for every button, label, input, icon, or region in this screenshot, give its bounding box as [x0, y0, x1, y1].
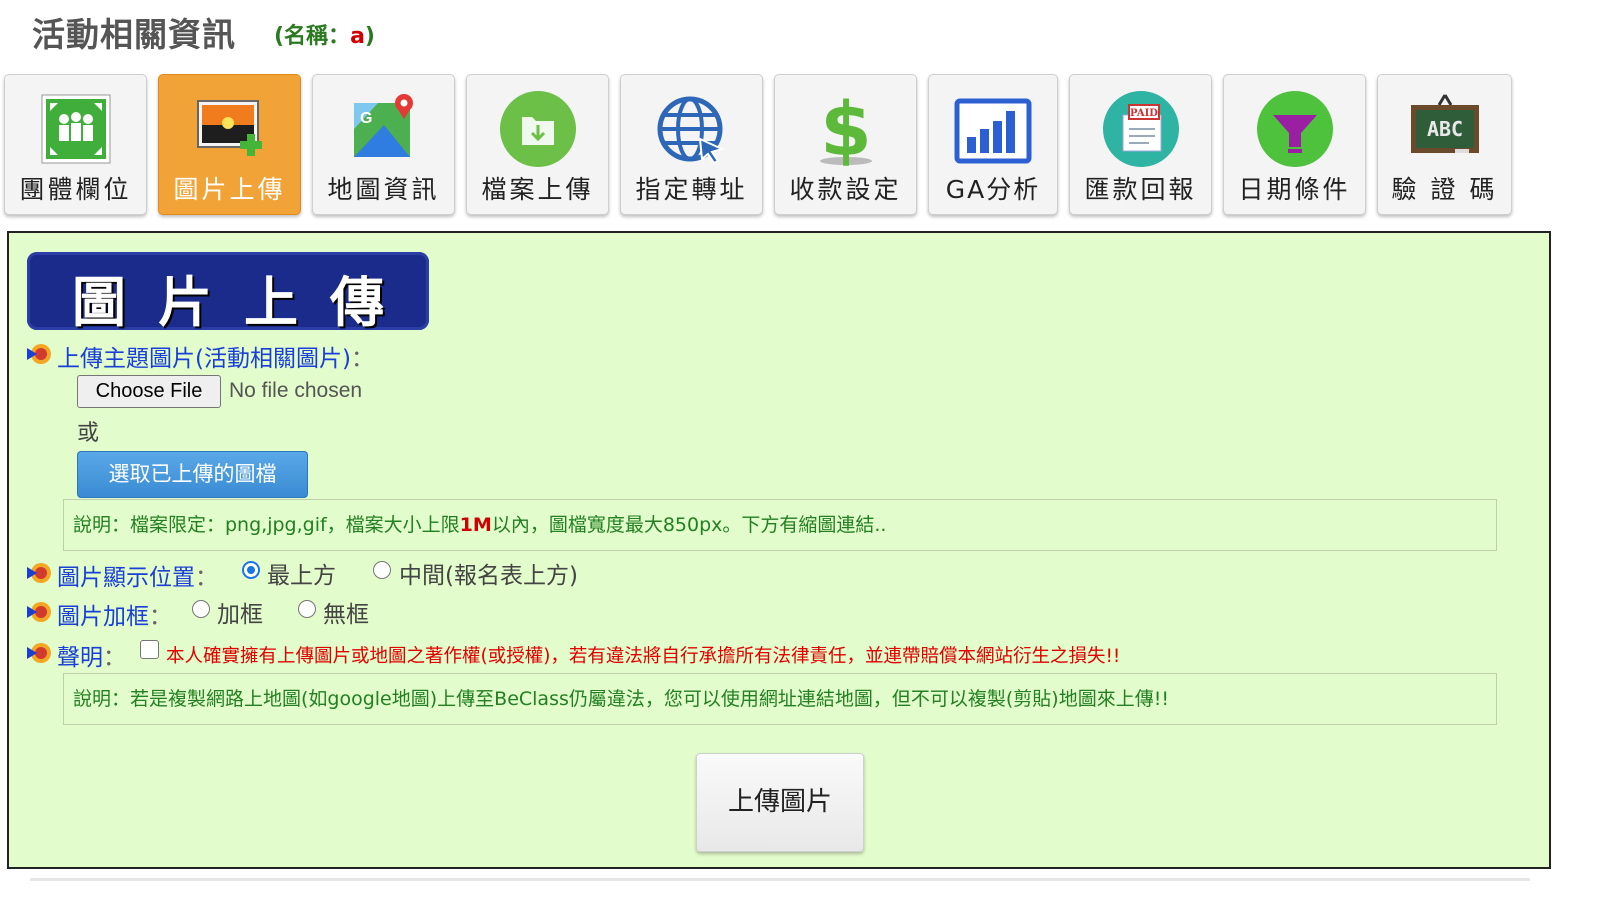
globe-redirect-icon — [657, 96, 725, 165]
tab-label: 日期條件 — [1238, 175, 1351, 204]
tab-redirect[interactable]: 指定轉址 — [620, 74, 763, 215]
svg-text:$: $ — [820, 89, 872, 169]
tab-label: 收款設定 — [789, 175, 902, 204]
svg-text:ABC: ABC — [1426, 117, 1462, 141]
frame-label-text: 圖片加框 — [57, 604, 149, 630]
note1-b: 以內，圖檔寬度最大850px。下方有縮圖連結.. — [491, 514, 887, 536]
position-label-text: 圖片顯示位置 — [57, 565, 195, 591]
tab-label: 檔案上傳 — [481, 175, 594, 204]
image-frame-label: 圖片加框： — [57, 597, 172, 631]
file-limit-note: 說明：檔案限定：png,jpg,gif，檔案大小上限1M以內，圖檔寬度最大850… — [63, 499, 1497, 551]
tab-label: 驗 證 碼 — [1391, 175, 1498, 204]
frame-label-colon: ： — [149, 604, 172, 630]
bottom-divider — [30, 878, 1530, 881]
image-upload-panel: 圖片上傳 上傳主題圖片(活動相關圖片)： Choose File No file… — [7, 231, 1551, 869]
tab-label: 匯款回報 — [1084, 175, 1197, 204]
arrow-bullet-icon — [27, 344, 51, 364]
declaration-label: 聲明： — [57, 638, 126, 672]
or-text: 或 — [77, 421, 100, 446]
tab-remittance-report[interactable]: PAID 匯款回報 — [1069, 74, 1212, 215]
arrow-bullet-icon — [27, 602, 51, 622]
upload-image-button[interactable]: 上傳圖片 — [696, 753, 864, 852]
map-icon: G — [353, 94, 413, 157]
tab-payment-settings[interactable]: $ 收款設定 — [774, 74, 917, 215]
tab-map-info[interactable]: G 地圖資訊 — [312, 74, 455, 215]
map-copyright-note: 說明：若是複製網路上地圖(如google地圖)上傳至BeClass仍屬違法，您可… — [63, 673, 1497, 725]
arrow-bullet-icon — [27, 563, 51, 583]
file-status-text: No file chosen — [229, 379, 363, 402]
name-prefix: (名稱： — [274, 24, 351, 49]
group-fields-icon — [41, 94, 110, 164]
image-upload-banner: 圖片上傳 — [27, 252, 429, 334]
tab-captcha[interactable]: ABC 驗 證 碼 — [1377, 74, 1512, 215]
name-suffix: ) — [364, 24, 375, 49]
tab-label: 地圖資訊 — [327, 175, 440, 204]
frame-add-label[interactable]: 加框 — [217, 595, 263, 629]
svg-text:G: G — [360, 110, 372, 127]
position-label-colon: ： — [195, 565, 218, 591]
tab-label: GA分析 — [945, 175, 1041, 204]
select-uploaded-image-button[interactable]: 選取已上傳的圖檔 — [77, 451, 308, 498]
tab-label: 圖片上傳 — [173, 175, 286, 204]
declaration-text: 本人確實擁有上傳圖片或地圖之著作權(或授權)，若有違法將自行承擔所有法律責任，並… — [166, 646, 1121, 667]
position-top-label[interactable]: 最上方 — [267, 556, 336, 590]
abc-board-icon: ABC — [1410, 94, 1479, 153]
position-top-radio[interactable] — [242, 561, 260, 579]
upload-label-text: 上傳主題圖片(活動相關圖片) — [57, 346, 351, 372]
note1-size-limit: 1M — [459, 514, 492, 536]
paid-receipt-icon: PAID — [1102, 91, 1179, 167]
tab-file-upload[interactable]: 檔案上傳 — [466, 74, 609, 215]
filter-icon — [1256, 91, 1333, 167]
dollar-icon: $ — [819, 89, 872, 169]
declare-label-colon: ： — [103, 645, 126, 671]
page-title: 活動相關資訊 — [32, 15, 236, 54]
file-upload-icon — [499, 91, 576, 167]
choose-file-button[interactable]: Choose File — [77, 375, 221, 408]
banner-title: 圖片上傳 — [72, 270, 416, 334]
note1-a: 說明：檔案限定：png,jpg,gif，檔案大小上限 — [73, 514, 460, 536]
tab-date-conditions[interactable]: 日期條件 — [1223, 74, 1366, 215]
arrow-bullet-icon — [27, 643, 51, 663]
declaration-checkbox[interactable] — [140, 640, 159, 659]
tab-ga-analytics[interactable]: GA分析 — [928, 74, 1058, 215]
upload-label-colon: ： — [350, 346, 374, 372]
frame-none-label[interactable]: 無框 — [323, 595, 369, 629]
bar-chart-icon — [954, 98, 1032, 164]
declare-label-text: 聲明 — [57, 645, 103, 671]
image-position-label: 圖片顯示位置： — [57, 558, 218, 592]
activity-name: (名稱：a) — [274, 18, 375, 50]
svg-text:PAID: PAID — [1130, 108, 1158, 119]
image-upload-icon — [196, 100, 262, 156]
tab-group-fields[interactable]: 團體欄位 — [4, 74, 147, 215]
upload-theme-image-label: 上傳主題圖片(活動相關圖片)： — [57, 339, 374, 373]
position-middle-label[interactable]: 中間(報名表上方) — [399, 556, 578, 590]
position-middle-radio[interactable] — [373, 561, 391, 579]
tab-image-upload[interactable]: 圖片上傳 — [158, 74, 301, 215]
tab-label: 指定轉址 — [635, 175, 748, 204]
frame-add-radio[interactable] — [192, 600, 210, 618]
name-value: a — [350, 24, 365, 49]
tab-label: 團體欄位 — [19, 175, 132, 204]
frame-none-radio[interactable] — [298, 600, 316, 618]
